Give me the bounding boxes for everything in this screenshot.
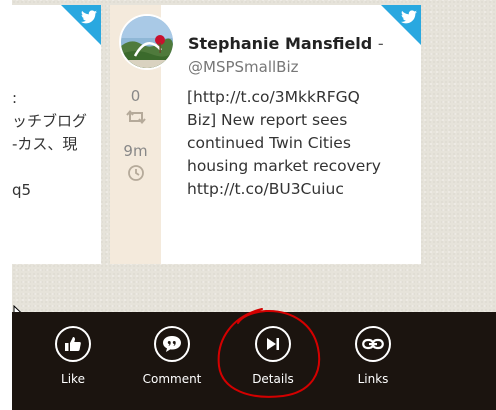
clock-icon [128, 165, 144, 181]
thumbs-up-icon [65, 337, 81, 351]
tweet-time: 9m [123, 142, 148, 160]
twitter-bird-icon [81, 10, 97, 24]
comment-button-circle [154, 326, 190, 362]
avatar[interactable] [121, 16, 173, 68]
tweet-author[interactable]: Stephanie Mansfield - [188, 34, 384, 53]
tweet-text: [http://t.co/3MkkRFGQ Biz] New report se… [187, 88, 381, 198]
details-label: Details [252, 372, 294, 386]
retweet-icon[interactable] [126, 109, 146, 125]
retweet-count: 0 [130, 87, 141, 105]
links-label: Links [357, 372, 389, 386]
details-button[interactable]: Details [233, 326, 313, 386]
tweet-card-partial[interactable]: : ッチブログ -カス、現 q5 [12, 5, 101, 264]
like-button[interactable]: Like [33, 326, 113, 386]
comment-label: Comment [142, 372, 202, 386]
app-bar: Like Comment Details Links [12, 312, 496, 410]
like-button-circle [55, 326, 91, 362]
comment-icon [163, 336, 181, 352]
tweet-text: : ッチブログ -カス、現 q5 [12, 89, 88, 199]
play-next-icon [267, 338, 279, 350]
author-handle[interactable]: @MSPSmallBiz [188, 58, 299, 76]
details-button-circle [255, 326, 291, 362]
like-label: Like [61, 372, 85, 386]
author-name: Stephanie Mansfield [188, 34, 373, 53]
comment-button[interactable]: Comment [132, 326, 212, 386]
link-icon [362, 338, 384, 350]
links-button-circle [355, 326, 391, 362]
twitter-bird-icon [401, 10, 417, 24]
twitter-badge [381, 5, 421, 45]
twitter-badge [61, 5, 101, 45]
left-edge-strip [0, 0, 12, 410]
links-button[interactable]: Links [333, 326, 413, 386]
tweet-card[interactable]: 0 9m Stephanie Mansfield - @MSPSmallBiz … [110, 5, 421, 264]
